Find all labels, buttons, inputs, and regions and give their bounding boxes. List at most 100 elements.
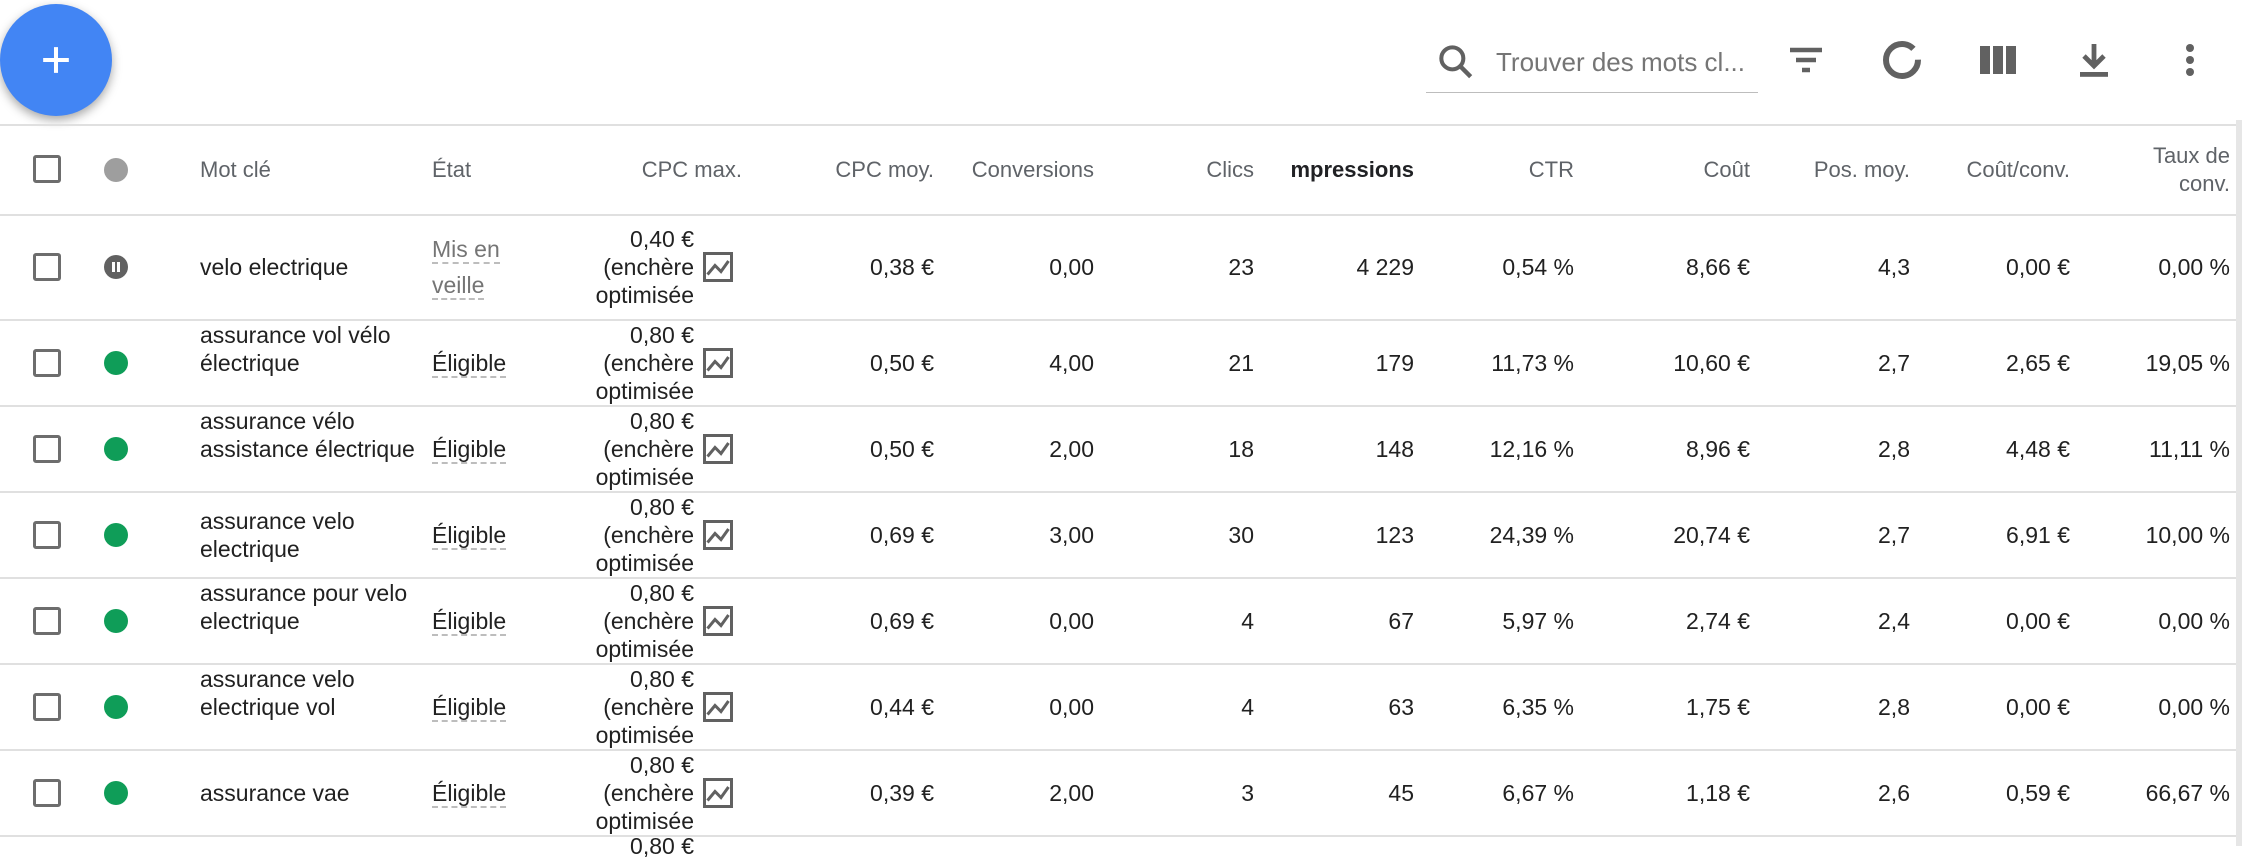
taux-conv-value: 0,00 %	[2158, 608, 2230, 634]
cout-value: 2,74 €	[1686, 608, 1750, 634]
bid-chart-icon[interactable]	[700, 517, 736, 553]
conversions-value: 0,00	[1049, 254, 1094, 280]
add-button[interactable]	[0, 4, 112, 116]
row-divider	[0, 749, 2236, 751]
filter-icon	[1790, 47, 1822, 73]
keyword-text[interactable]: assurance vélo assistance électrique	[200, 407, 420, 463]
cout-value: 8,96 €	[1686, 436, 1750, 462]
row-checkbox[interactable]	[33, 693, 61, 721]
bid-chart-icon[interactable]	[700, 431, 736, 467]
pos-moy-value: 2,7	[1878, 350, 1910, 376]
segment-button[interactable]	[1878, 36, 1926, 84]
cpc-max-value[interactable]: 0,80 € (enchère optimisée	[494, 751, 694, 835]
row-checkbox[interactable]	[33, 779, 61, 807]
bid-chart-icon[interactable]	[700, 775, 736, 811]
keyword-text[interactable]: assurance vae	[200, 779, 420, 807]
row-checkbox[interactable]	[33, 521, 61, 549]
taux-conv-value: 11,11 %	[2149, 436, 2230, 462]
impressions-value: 67	[1388, 608, 1414, 634]
header-pos-moy[interactable]: Pos. moy.	[1770, 156, 1910, 184]
header-state[interactable]: État	[432, 156, 471, 184]
eligible-status-dot	[104, 437, 128, 461]
cpc-max-amount: 0,80 €	[630, 322, 694, 348]
cpc-max-amount: 0,80 €	[630, 408, 694, 434]
taux-conv-value: 0,00 %	[2158, 694, 2230, 720]
taux-conv-value: 0,00 %	[2158, 254, 2230, 280]
cpc-max-value[interactable]: 0,80 € (enchère optimisée	[494, 321, 694, 405]
cout-conv-value: 4,48 €	[2006, 436, 2070, 462]
bid-chart-icon[interactable]	[700, 689, 736, 725]
cout-conv-value: 0,00 €	[2006, 254, 2070, 280]
cpc-moy-value: 0,50 €	[870, 350, 934, 376]
header-clics[interactable]: Clics	[1120, 156, 1254, 184]
bid-chart-icon[interactable]	[700, 249, 736, 285]
bid-chart-icon[interactable]	[700, 603, 736, 639]
pos-moy-value: 2,6	[1878, 780, 1910, 806]
ctr-value: 11,73 %	[1491, 350, 1574, 376]
ctr-value: 24,39 %	[1489, 522, 1574, 548]
conversions-value: 3,00	[1049, 522, 1094, 548]
cpc-max-value[interactable]: 0,80 € (enchère optimisée	[494, 407, 694, 491]
download-button[interactable]	[2070, 36, 2118, 84]
keyword-text[interactable]: velo electrique	[200, 253, 420, 281]
ctr-value: 5,97 %	[1502, 608, 1574, 634]
header-taux-conv-line1: Taux de	[2152, 143, 2230, 168]
impressions-value: 45	[1388, 780, 1414, 806]
clics-value: 21	[1228, 350, 1254, 376]
cpc-max-note-1: (enchère	[603, 436, 694, 462]
cout-value: 20,74 €	[1673, 522, 1750, 548]
header-ctr[interactable]: CTR	[1440, 156, 1574, 184]
keyword-text[interactable]: assurance vol vélo électrique	[200, 321, 420, 377]
cpc-max-value[interactable]: 0,40 € (enchère optimisée	[494, 225, 694, 309]
columns-icon	[1980, 46, 2016, 74]
impressions-value: 179	[1375, 350, 1414, 376]
vertical-scrollbar[interactable]	[2236, 120, 2242, 846]
header-divider	[0, 214, 2236, 216]
row-checkbox[interactable]	[33, 435, 61, 463]
pos-moy-value: 2,8	[1878, 694, 1910, 720]
header-cpc-moy[interactable]: CPC moy.	[760, 156, 934, 184]
conversions-value: 0,00	[1049, 608, 1094, 634]
cpc-max-amount: 0,80 €	[630, 752, 694, 778]
cpc-max-note-2: optimisée	[595, 722, 694, 748]
header-conversions[interactable]: Conversions	[954, 156, 1094, 184]
cpc-moy-value: 0,69 €	[870, 522, 934, 548]
header-keyword[interactable]: Mot clé	[200, 156, 271, 184]
row-checkbox[interactable]	[33, 253, 61, 281]
cpc-max-value[interactable]: 0,80 € (enchère optimisée	[494, 579, 694, 663]
cpc-max-value[interactable]: 0,80 € (enchère optimisée	[494, 665, 694, 749]
keyword-text[interactable]: assurance velo electrique	[200, 507, 420, 563]
header-cpc-max[interactable]: CPC max.	[560, 156, 742, 184]
keyword-text[interactable]: assurance pour velo electrique	[200, 579, 420, 635]
row-checkbox[interactable]	[33, 607, 61, 635]
filter-button[interactable]	[1782, 36, 1830, 84]
search-input[interactable]	[1494, 45, 1748, 79]
cpc-max-note-1: (enchère	[603, 350, 694, 376]
header-taux-conv-line2: conv.	[2179, 171, 2230, 196]
cpc-moy-value: 0,39 €	[870, 780, 934, 806]
keyword-text[interactable]: assurance velo electrique vol	[200, 665, 420, 721]
cpc-moy-value: 0,44 €	[870, 694, 934, 720]
keyword-search[interactable]	[1426, 32, 1758, 93]
cout-conv-value: 0,00 €	[2006, 694, 2070, 720]
conversions-value: 4,00	[1049, 350, 1094, 376]
cout-value: 1,75 €	[1686, 694, 1750, 720]
more-options-button[interactable]	[2166, 36, 2214, 84]
clics-value: 30	[1228, 522, 1254, 548]
row-checkbox[interactable]	[33, 349, 61, 377]
cpc-max-value[interactable]: 0,80 € (enchère optimisée	[494, 493, 694, 577]
header-taux-conv[interactable]: Taux de conv.	[2090, 142, 2230, 198]
clics-value: 3	[1241, 780, 1254, 806]
cout-value: 1,18 €	[1686, 780, 1750, 806]
bid-chart-icon[interactable]	[700, 345, 736, 381]
header-cout-conv[interactable]: Coût/conv.	[1930, 156, 2070, 184]
cpc-max-amount: 0,80 €	[630, 494, 694, 520]
columns-button[interactable]	[1974, 36, 2022, 84]
cpc-max-note-1: (enchère	[603, 254, 694, 280]
clics-value: 18	[1228, 436, 1254, 462]
header-impressions[interactable]: mpressions	[1270, 156, 1415, 184]
header-cout[interactable]: Coût	[1600, 156, 1750, 184]
select-all-checkbox[interactable]	[33, 155, 61, 183]
clics-value: 4	[1241, 608, 1254, 634]
ctr-value: 12,16 %	[1489, 436, 1574, 462]
